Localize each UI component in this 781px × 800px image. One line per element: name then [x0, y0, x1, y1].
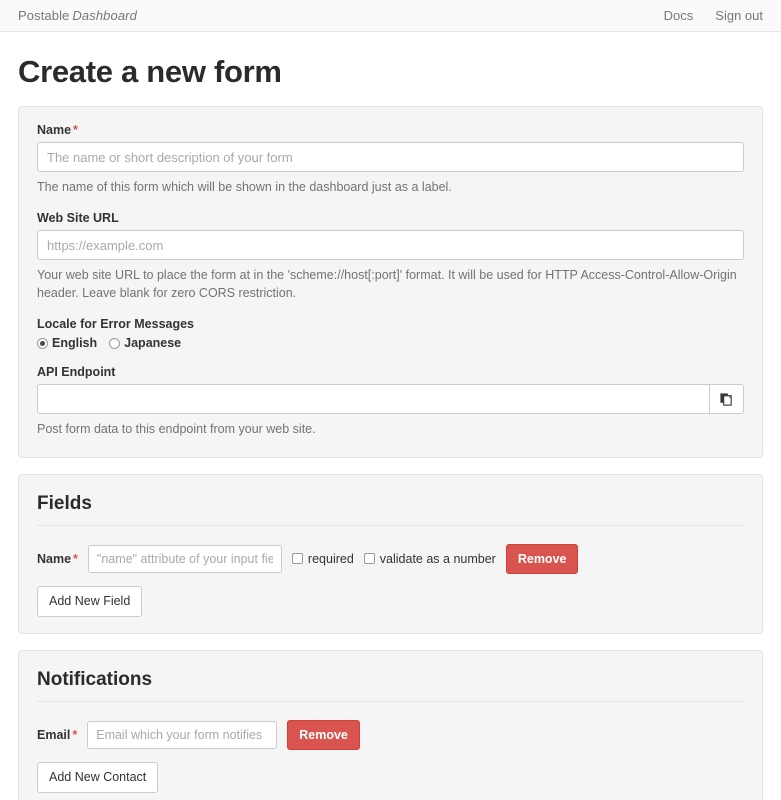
add-new-contact-button[interactable]: Add New Contact	[37, 762, 159, 793]
field-number-checkbox-label: validate as a number	[379, 551, 496, 566]
notifications-divider	[37, 700, 744, 702]
fields-heading: Fields	[37, 492, 92, 514]
notifications-panel: Notifications Email* Remove Add New Cont…	[18, 649, 763, 800]
notifications-heading: Notifications	[37, 668, 153, 690]
brand-secondary-text: Dashboard	[72, 8, 137, 23]
locale-option-japanese-label: Japanese	[124, 336, 182, 351]
form-group-website-url: Web Site URL Your web site URL to place …	[37, 211, 744, 302]
field-required-checkbox-label: required	[307, 551, 354, 566]
top-navbar: Postable Dashboard Docs Sign out	[0, 0, 781, 32]
copy-clipboard-icon	[720, 393, 732, 406]
page-body: Create a new form Name* The name of this…	[0, 54, 781, 800]
form-group-locale: Locale for Error Messages English Japane…	[37, 317, 744, 350]
field-number-checkbox[interactable]: validate as a number	[363, 551, 496, 566]
field-row: Name* required validate as a number Remo…	[37, 543, 744, 574]
form-group-name: Name* The name of this form which will b…	[37, 123, 744, 196]
radio-selected-icon[interactable]	[37, 337, 48, 349]
website-url-input[interactable]	[37, 230, 744, 261]
field-row-label-text: Name	[37, 551, 72, 566]
locale-radio-group: English Japanese	[37, 336, 744, 350]
fields-divider	[37, 524, 744, 526]
brand-logo[interactable]: Postable Dashboard	[18, 8, 137, 23]
brand-primary-text: Postable	[18, 8, 70, 23]
radio-unselected-icon[interactable]	[109, 337, 121, 349]
name-input[interactable]	[37, 142, 744, 172]
field-row-required-marker: *	[73, 551, 78, 566]
notification-email-input[interactable]	[87, 720, 278, 749]
locale-option-japanese[interactable]: Japanese	[109, 336, 181, 350]
copy-clipboard-button[interactable]	[710, 384, 744, 415]
checkbox-unchecked-icon[interactable]	[363, 553, 375, 565]
api-endpoint-label: API Endpoint	[37, 365, 116, 380]
notification-row: Email* Remove	[37, 719, 744, 750]
remove-contact-button[interactable]: Remove	[287, 719, 360, 750]
locale-option-english-label: English	[52, 336, 98, 351]
name-label-text: Name	[37, 123, 72, 137]
name-required-marker: *	[73, 123, 78, 137]
navbar-links: Docs Sign out	[664, 8, 763, 23]
checkbox-unchecked-icon[interactable]	[291, 553, 303, 565]
notification-row-label-text: Email	[37, 727, 71, 742]
fields-panel: Fields Name* required validate as a numb…	[18, 473, 763, 634]
remove-field-button[interactable]: Remove	[505, 543, 579, 574]
locale-option-english[interactable]: English	[37, 336, 97, 350]
website-url-label: Web Site URL	[37, 211, 119, 226]
field-name-input[interactable]	[87, 544, 282, 573]
website-url-help-text: Your web site URL to place the form at i…	[37, 268, 737, 301]
notification-required-marker: *	[72, 727, 78, 742]
name-label: Name *	[37, 123, 744, 137]
page-title: Create a new form	[18, 54, 282, 89]
form-group-api-endpoint: API Endpoint Post form data to this endp…	[37, 365, 744, 438]
field-required-checkbox[interactable]: required	[291, 551, 354, 566]
form-settings-panel: Name* The name of this form which will b…	[18, 106, 763, 458]
name-help-text: The name of this form which will be show…	[37, 180, 452, 194]
api-endpoint-input-group	[37, 384, 744, 415]
api-endpoint-input[interactable]	[37, 384, 710, 415]
api-endpoint-help-text: Post form data to this endpoint from you…	[37, 422, 316, 437]
notification-row-label: Email *	[37, 728, 77, 742]
locale-label: Locale for Error Messages	[37, 317, 195, 332]
nav-link-sign-out[interactable]: Sign out	[715, 8, 763, 23]
add-new-field-button[interactable]: Add New Field	[37, 586, 143, 617]
field-row-label: Name *	[37, 552, 78, 566]
nav-link-docs[interactable]: Docs	[664, 8, 694, 23]
